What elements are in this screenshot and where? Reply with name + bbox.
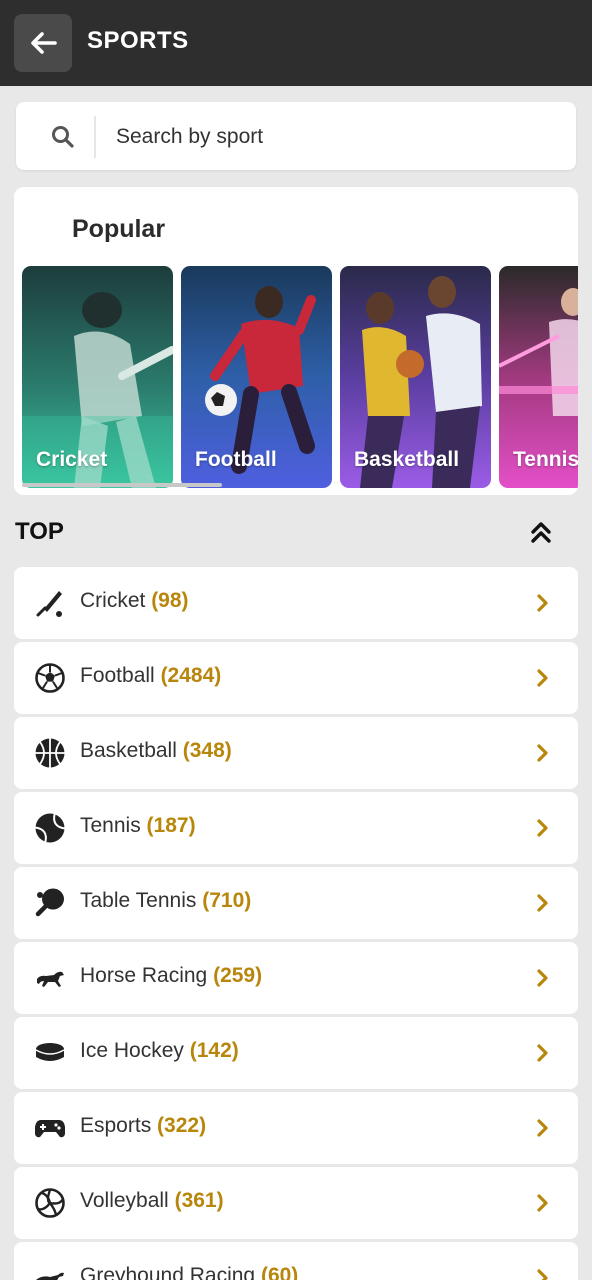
sport-count: (361) — [174, 1189, 224, 1212]
sport-row-label: Tennis (187) — [80, 814, 196, 838]
top-section-title: TOP — [15, 518, 64, 545]
cricket-bat-icon — [36, 591, 62, 617]
search-bar[interactable] — [16, 102, 576, 170]
search-divider — [94, 116, 96, 158]
chevron-right-icon — [537, 1044, 548, 1062]
popular-card-label: Basketball — [354, 448, 460, 471]
chevron-right-icon — [537, 594, 548, 612]
sport-count: (142) — [189, 1039, 239, 1062]
sport-row-football[interactable]: Football (2484) — [14, 642, 578, 714]
arrow-left-icon — [31, 32, 57, 54]
chevron-right-icon — [537, 669, 548, 687]
sport-count: (710) — [202, 889, 252, 912]
sport-name: Football — [80, 664, 155, 687]
basketball-icon — [35, 738, 65, 768]
sport-name: Horse Racing — [80, 964, 208, 987]
search-input[interactable] — [116, 120, 556, 154]
horse-icon — [37, 971, 64, 987]
chevron-right-icon — [537, 1269, 548, 1280]
sport-count: (60) — [260, 1264, 299, 1280]
sport-row-label: Ice Hockey (142) — [80, 1039, 239, 1063]
carousel-scroll-indicator — [22, 483, 222, 487]
popular-carousel[interactable]: Cricket Football Basketball Tennis — [22, 266, 578, 488]
chevron-right-icon — [537, 1119, 548, 1137]
sport-name: Tennis — [80, 814, 141, 837]
sport-count: (259) — [213, 964, 263, 987]
sport-row-ice-hockey[interactable]: Ice Hockey (142) — [14, 1017, 578, 1089]
sport-count: (98) — [151, 589, 189, 612]
popular-title: Popular — [72, 215, 166, 243]
sport-row-basketball[interactable]: Basketball (348) — [14, 717, 578, 789]
sport-name: Esports — [80, 1114, 152, 1137]
search-icon — [52, 126, 74, 148]
chevron-right-icon — [537, 969, 548, 987]
sport-row-esports[interactable]: Esports (322) — [14, 1092, 578, 1164]
soccer-ball-icon — [35, 663, 65, 693]
sport-count: (348) — [182, 739, 232, 762]
sport-row-label: Cricket (98) — [80, 589, 189, 613]
back-button[interactable] — [14, 14, 72, 72]
page-title: SPORTS — [87, 27, 189, 54]
sport-row-label: Esports (322) — [80, 1114, 206, 1138]
sport-row-label: Football (2484) — [80, 664, 221, 688]
sport-row-label: Horse Racing (259) — [80, 964, 262, 988]
sport-name: Cricket — [80, 589, 146, 612]
sport-row-label: Table Tennis (710) — [80, 889, 251, 913]
sport-row-greyhound-racing[interactable]: Greyhound Racing (60) — [14, 1242, 578, 1280]
popular-card-label: Football — [195, 448, 277, 471]
sport-row-tennis[interactable]: Tennis (187) — [14, 792, 578, 864]
sport-row-label: Greyhound Racing (60) — [80, 1264, 298, 1280]
sport-count: (187) — [146, 814, 196, 837]
volleyball-icon — [35, 1188, 65, 1218]
gamepad-icon — [35, 1120, 65, 1138]
chevron-right-icon — [537, 819, 548, 837]
sport-row-label: Volleyball (361) — [80, 1189, 224, 1213]
popular-card-tennis[interactable]: Tennis — [499, 266, 578, 488]
sport-name: Table Tennis — [80, 889, 197, 912]
greyhound-icon — [36, 1272, 64, 1280]
sport-row-label: Basketball (348) — [80, 739, 232, 763]
sport-name: Ice Hockey — [80, 1039, 184, 1062]
sport-row-volleyball[interactable]: Volleyball (361) — [14, 1167, 578, 1239]
top-app-bar: SPORTS — [0, 0, 592, 86]
double-chevron-up-icon[interactable] — [526, 518, 556, 546]
sport-row-table-tennis[interactable]: Table Tennis (710) — [14, 867, 578, 939]
popular-card-football[interactable]: Football — [181, 266, 332, 488]
chevron-right-icon — [537, 894, 548, 912]
sport-row-cricket[interactable]: Cricket (98) — [14, 567, 578, 639]
sport-count: (322) — [157, 1114, 207, 1137]
popular-card-label: Tennis — [513, 448, 578, 471]
sport-row-horse-racing[interactable]: Horse Racing (259) — [14, 942, 578, 1014]
popular-card-cricket[interactable]: Cricket — [22, 266, 173, 488]
chevron-right-icon — [537, 744, 548, 762]
popular-section: Popular Cricket Football Basketball Tenn… — [14, 187, 578, 495]
popular-card-label: Cricket — [36, 448, 108, 471]
hockey-puck-icon — [35, 1043, 65, 1061]
sport-name: Basketball — [80, 739, 177, 762]
sport-name: Greyhound Racing — [80, 1264, 256, 1280]
popular-card-basketball[interactable]: Basketball — [340, 266, 491, 488]
sport-name: Volleyball — [80, 1189, 169, 1212]
ping-pong-paddle-icon — [35, 888, 64, 917]
tennis-ball-icon — [34, 813, 66, 843]
chevron-right-icon — [537, 1194, 548, 1212]
sport-count: (2484) — [160, 664, 222, 687]
